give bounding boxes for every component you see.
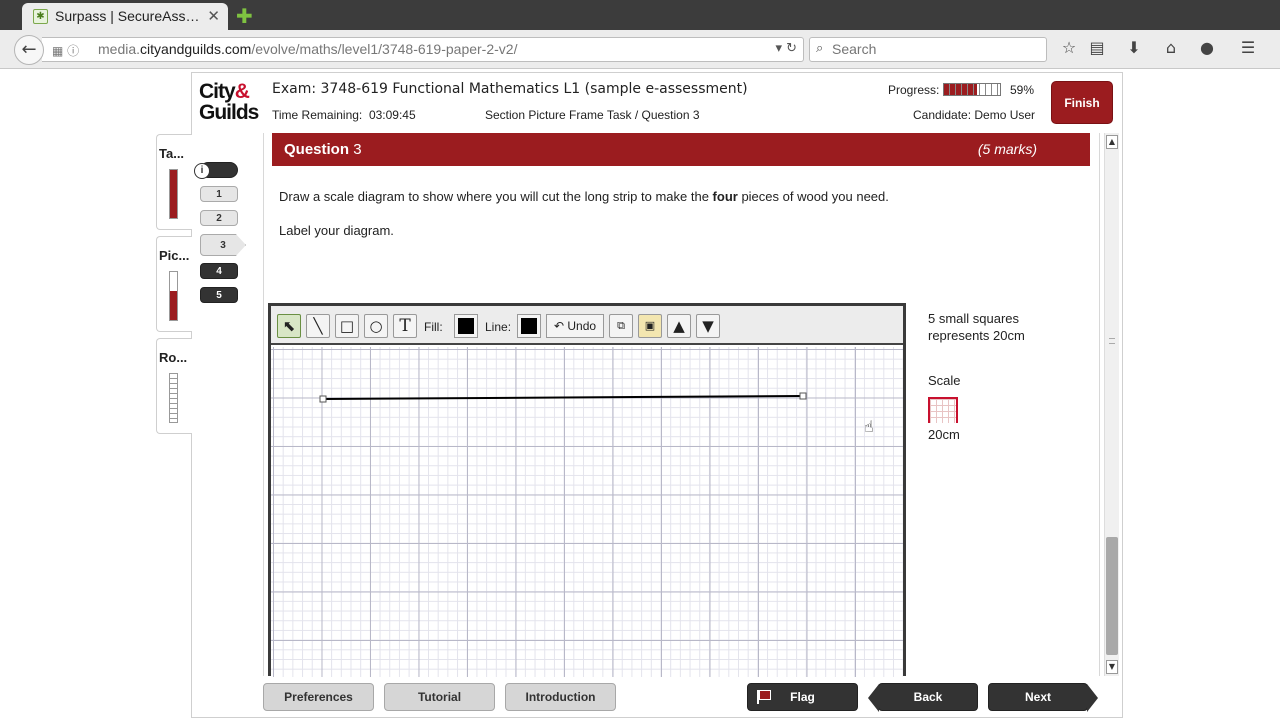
circle-tool-icon[interactable]: ○ (364, 314, 388, 338)
introduction-button[interactable]: Introduction (505, 683, 616, 711)
exam-title: Exam: 3748-619 Functional Mathematics L1… (272, 81, 748, 97)
fill-color-swatch (458, 318, 474, 334)
progress-label: Progress: (888, 83, 940, 97)
url-bar[interactable]: ▦ ⓘ media.cityandguilds.com/evolve/maths… (42, 37, 804, 62)
send-backward-icon[interactable]: ▼ (696, 314, 720, 338)
tab-title: Surpass | SecureAss… (55, 8, 200, 24)
question-button-5[interactable]: 5 (200, 287, 238, 303)
new-tab-icon[interactable]: ✚ (236, 4, 253, 28)
section-tab-room[interactable]: Ro... (156, 338, 192, 434)
reload-icon[interactable]: ▾ ↻ (775, 41, 797, 56)
question-instruction: Draw a scale diagram to show where you w… (279, 189, 889, 204)
paste-icon[interactable]: ▣ (638, 314, 662, 338)
info-icon: i (194, 163, 210, 179)
site-favicon-icon: ✱ (33, 9, 48, 24)
scale-note: 5 small squares represents 20cm (928, 311, 1025, 343)
question-marks: (5 marks) (977, 141, 1037, 157)
line-label: Line: (485, 320, 512, 334)
download-icon[interactable]: ⬇ (1123, 38, 1145, 57)
preferences-button[interactable]: Preferences (263, 683, 374, 711)
tutorial-button[interactable]: Tutorial (384, 683, 495, 711)
scroll-up-icon[interactable]: ▲ (1106, 135, 1118, 149)
text-tool-icon[interactable]: T (393, 314, 417, 338)
section-tab-label: Pic... (159, 248, 190, 263)
scale-title: Scale (928, 373, 961, 388)
question-title: Question 3 (284, 141, 362, 158)
flag-button[interactable]: Flag (747, 683, 858, 711)
line-tool-icon[interactable]: ╲ (306, 314, 330, 338)
scroll-grip (1109, 338, 1115, 344)
scale-indicator (928, 397, 958, 423)
section-progress-bar (169, 271, 178, 321)
finish-button[interactable]: Finish (1051, 81, 1113, 124)
search-bar[interactable]: ⌕ (809, 37, 1047, 62)
drawn-line[interactable] (322, 395, 804, 400)
menu-icon[interactable]: ☰ (1237, 38, 1259, 57)
scroll-thumb[interactable] (1106, 537, 1118, 655)
drawing-grid[interactable] (271, 347, 903, 677)
question-button-2[interactable]: 2 (200, 210, 238, 226)
question-header: Question 3 (5 marks) (272, 133, 1090, 166)
bookmarks-list-icon[interactable]: ▤ (1086, 38, 1108, 57)
question-info-button[interactable]: i (194, 162, 238, 179)
url-text[interactable]: media.cityandguilds.com/evolve/maths/lev… (98, 41, 517, 57)
back-label: Back (913, 690, 943, 704)
bookmark-star-icon[interactable]: ☆ (1058, 38, 1080, 57)
progress-bar (943, 83, 1001, 96)
fill-label: Fill: (424, 320, 443, 334)
question-button-1[interactable]: 1 (200, 186, 238, 202)
rectangle-tool-icon[interactable]: □ (335, 314, 359, 338)
browser-tab[interactable]: ✱ Surpass | SecureAss… ✕ (22, 3, 228, 30)
scale-value: 20cm (928, 427, 960, 442)
section-tab-label: Ro... (159, 350, 188, 365)
undo-label: Undo (567, 319, 597, 333)
progress-percent: 59% (1010, 83, 1035, 97)
section-progress-bar (169, 169, 178, 219)
progress-ticks (944, 84, 1000, 95)
undo-button[interactable]: ↶ Undo (546, 314, 604, 338)
hand-cursor-icon: ☝ (864, 417, 874, 436)
chat-icon[interactable]: ● (1196, 38, 1218, 57)
home-icon[interactable]: ⌂ (1160, 38, 1182, 57)
search-input[interactable] (832, 41, 1032, 57)
candidate-name: Candidate: Demo User (913, 108, 1036, 122)
select-tool-icon[interactable]: ⬉ (277, 314, 301, 338)
line-handle-end[interactable] (799, 392, 807, 400)
drawing-canvas-frame: ⬉ ╲ □ ○ T Fill: Line: ↶ Undo ⧉ ▣ ▲ ▼ (268, 303, 906, 677)
question-button-4[interactable]: 4 (200, 263, 238, 279)
next-arrow-shape (1087, 684, 1098, 712)
search-icon: ⌕ (816, 41, 824, 56)
browser-titlebar: ✱ Surpass | SecureAss… ✕ ✚ (0, 0, 1280, 30)
drawing-toolbar: ⬉ ╲ □ ○ T Fill: Line: ↶ Undo ⧉ ▣ ▲ ▼ (271, 306, 903, 345)
next-button[interactable]: Next (988, 683, 1098, 712)
identity-icon[interactable]: ▦ ⓘ (52, 42, 79, 59)
section-progress-bar (169, 373, 178, 423)
browser-navbar: ▦ ⓘ media.cityandguilds.com/evolve/maths… (0, 30, 1280, 69)
content-scrollbar[interactable]: ▲ ▼ (1104, 133, 1119, 676)
time-remaining: Time Remaining: 03:09:45 (272, 108, 416, 122)
back-button[interactable]: Back (868, 683, 978, 712)
line-handle-start[interactable] (319, 395, 327, 403)
drawing-layer (319, 392, 807, 403)
section-tab-task[interactable]: Ta... (156, 134, 192, 230)
fill-color-picker[interactable] (454, 314, 478, 338)
tab-close-icon[interactable]: ✕ (207, 7, 220, 25)
bring-forward-icon[interactable]: ▲ (667, 314, 691, 338)
section-tab-picture-frame[interactable]: Pic... (156, 236, 192, 332)
city-and-guilds-logo: City& Guilds (199, 80, 259, 124)
back-arrow-icon[interactable]: ← (14, 35, 44, 65)
line-color-swatch (521, 318, 537, 334)
scroll-down-icon[interactable]: ▼ (1106, 660, 1118, 674)
section-breadcrumb: Section Picture Frame Task / Question 3 (485, 108, 700, 122)
question-instruction-label: Label your diagram. (279, 223, 394, 238)
next-label: Next (1024, 690, 1051, 704)
undo-icon: ↶ (553, 319, 565, 333)
back-arrow-shape (868, 684, 879, 712)
line-color-picker[interactable] (517, 314, 541, 338)
flag-label: Flag (790, 690, 815, 704)
flag-icon (757, 690, 771, 704)
copy-icon[interactable]: ⧉ (609, 314, 633, 338)
section-tab-label: Ta... (159, 146, 185, 161)
